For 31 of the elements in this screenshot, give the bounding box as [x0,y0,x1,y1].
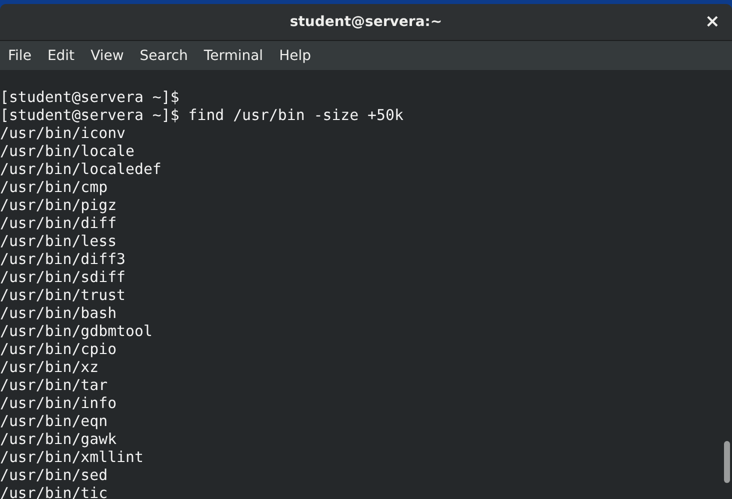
terminal-line: /usr/bin/tar [0,376,108,394]
menu-item[interactable]: Help [271,44,319,68]
terminal-line: /usr/bin/less [0,232,117,250]
menu-item[interactable]: Terminal [196,44,272,68]
menu-item[interactable]: File [0,44,40,68]
terminal-line: /usr/bin/gawk [0,430,117,448]
scrollbar-thumb[interactable] [724,441,730,483]
terminal-line: /usr/bin/cpio [0,340,117,358]
terminal-line: /usr/bin/sdiff [0,268,126,286]
terminal-line: /usr/bin/diff [0,214,117,232]
terminal-line: /usr/bin/diff3 [0,250,126,268]
close-button[interactable]: × [702,12,722,32]
terminal-line: /usr/bin/xmllint [0,448,144,466]
terminal-line: /usr/bin/sed [0,466,108,484]
terminal-line: [student@servera ~]$ find /usr/bin -size +50k [0,106,404,124]
terminal-line: /usr/bin/iconv [0,124,126,142]
terminal-line: /usr/bin/bash [0,304,117,322]
terminal-line: /usr/bin/info [0,394,117,412]
menu-item[interactable]: Edit [39,44,83,68]
terminal-line: /usr/bin/gdbmtool [0,322,152,340]
menu-item[interactable]: Search [132,44,196,68]
terminal-line: /usr/bin/cmp [0,178,108,196]
terminal-line: /usr/bin/trust [0,286,126,304]
menu-item[interactable]: View [82,44,132,68]
terminal-line: /usr/bin/localedef [0,160,162,178]
terminal-line: [student@servera ~]$ [0,88,180,106]
terminal-line: /usr/bin/xz [0,358,99,376]
terminal-line: /usr/bin/pigz [0,196,117,214]
window-title: student@servera:~ [290,14,442,30]
terminal-line: /usr/bin/eqn [0,412,108,430]
terminal-line: /usr/bin/locale [0,142,134,160]
